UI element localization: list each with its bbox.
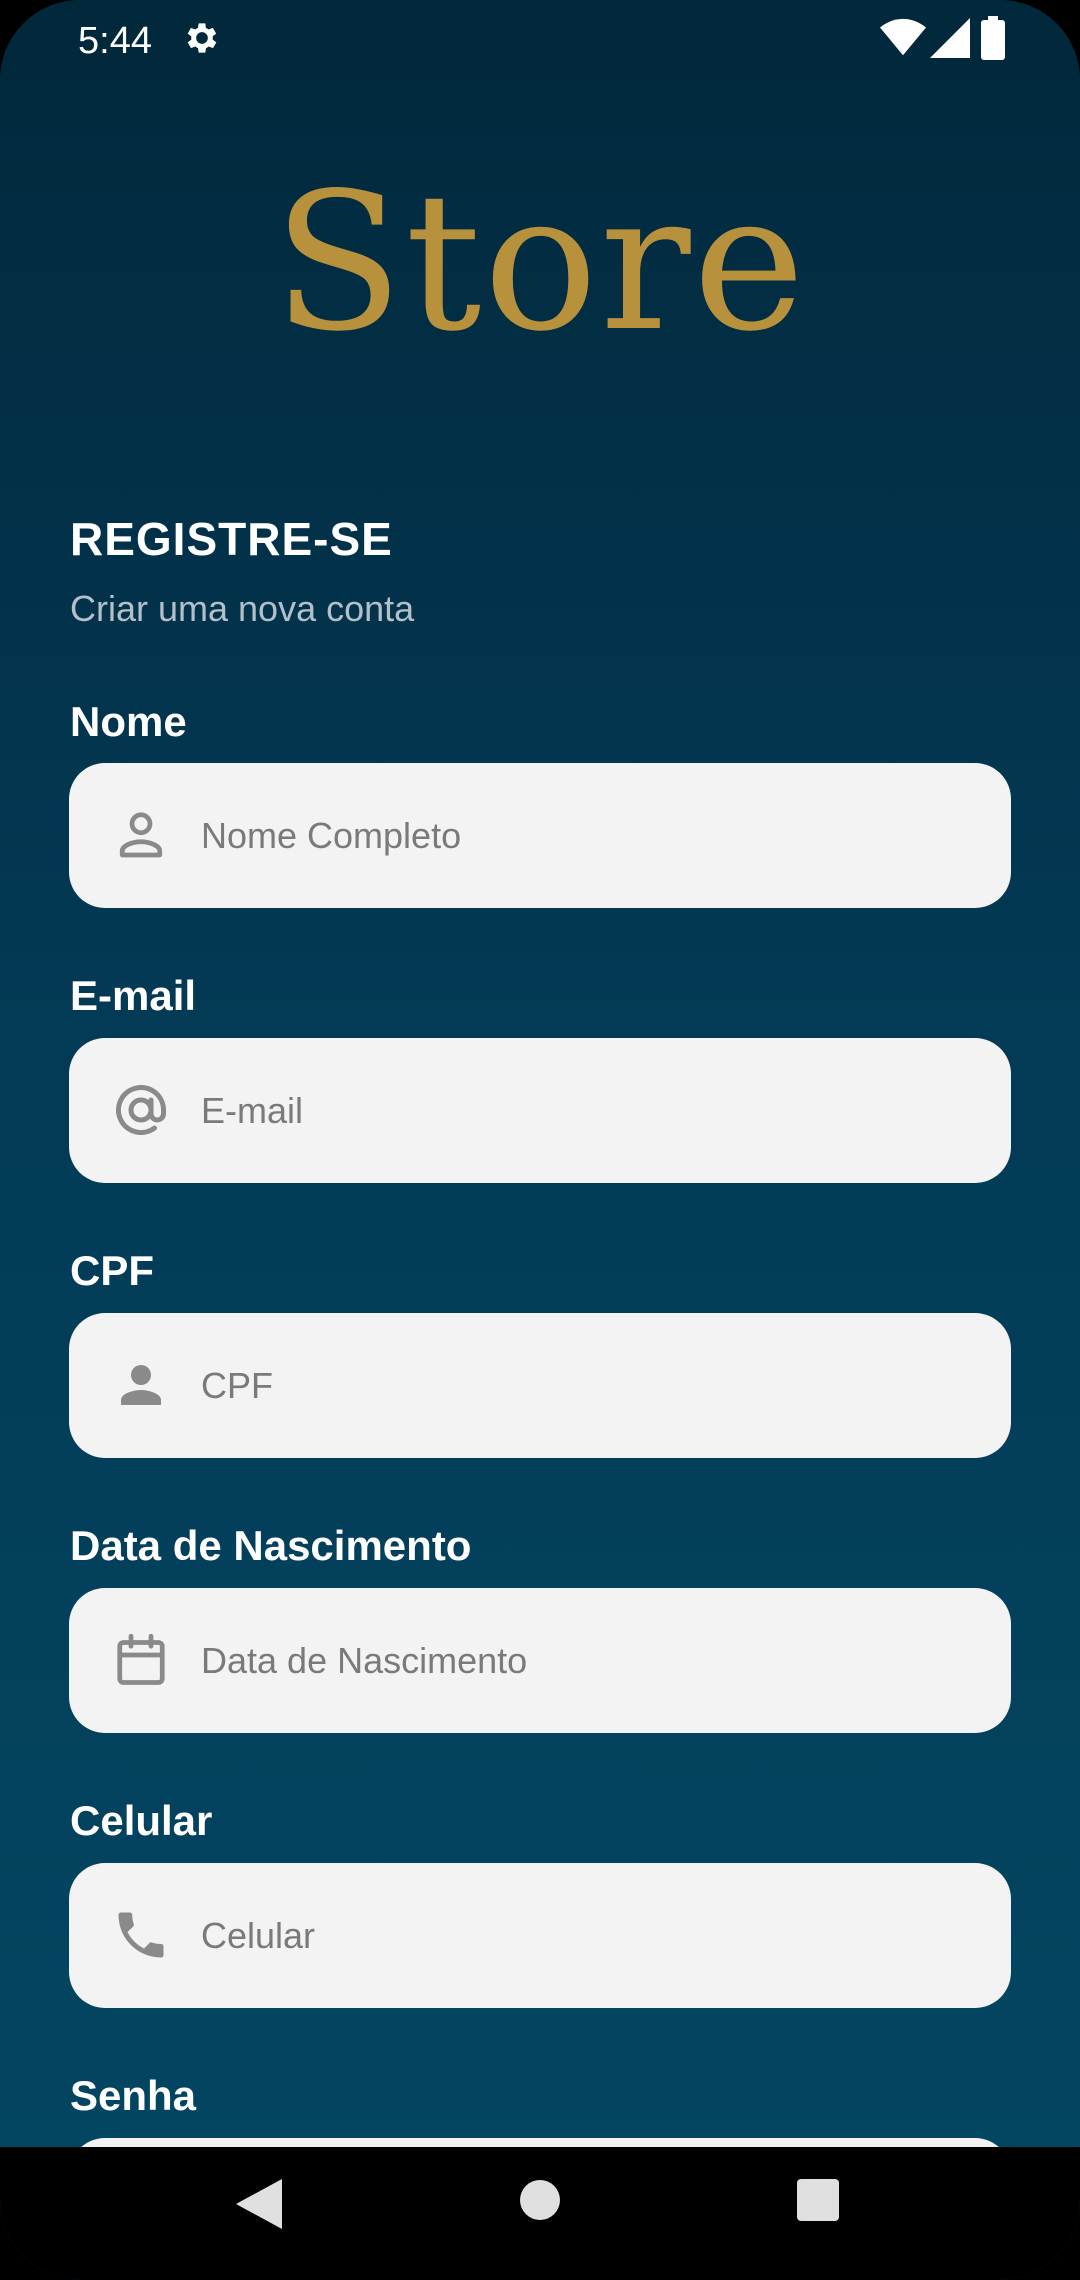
name-input[interactable] bbox=[201, 763, 981, 908]
phone-label: Celular bbox=[70, 1797, 213, 1844]
password-label: Senha bbox=[70, 2072, 197, 2119]
settings-gear-icon bbox=[187, 23, 217, 53]
birthdate-label: Data de Nascimento bbox=[70, 1522, 472, 1569]
name-field-container[interactable] bbox=[69, 763, 1011, 908]
email-label: E-mail bbox=[70, 972, 197, 1019]
wifi-icon bbox=[880, 18, 926, 56]
person-filled-icon bbox=[121, 1365, 161, 1405]
page-title: REGISTRE-SE bbox=[70, 513, 393, 565]
phone-field-container[interactable] bbox=[69, 1863, 1011, 2008]
cpf-input[interactable] bbox=[201, 1313, 981, 1458]
screen: 5:44 Store REGISTRE-SE Criar uma nova co… bbox=[0, 0, 1080, 2280]
back-icon[interactable] bbox=[236, 2179, 282, 2229]
recents-icon[interactable] bbox=[797, 2179, 839, 2221]
status-time: 5:44 bbox=[78, 20, 152, 62]
email-field-container[interactable] bbox=[69, 1038, 1011, 1183]
cpf-label: CPF bbox=[70, 1247, 154, 1294]
person-outline-icon bbox=[119, 812, 163, 858]
name-label: Nome bbox=[70, 698, 187, 745]
battery-icon bbox=[981, 16, 1005, 60]
cell-signal-icon bbox=[930, 18, 970, 58]
at-sign-icon bbox=[116, 1085, 166, 1135]
email-input[interactable] bbox=[201, 1038, 981, 1183]
store-logo: Store bbox=[272, 152, 808, 373]
navigation-bar bbox=[0, 2147, 1080, 2280]
birthdate-field-container[interactable] bbox=[69, 1588, 1011, 1733]
page-subtitle: Criar uma nova conta bbox=[70, 588, 415, 629]
phone-icon bbox=[118, 1912, 164, 1958]
birthdate-input[interactable] bbox=[201, 1588, 981, 1733]
home-icon[interactable] bbox=[519, 2179, 561, 2221]
calendar-icon bbox=[117, 1633, 165, 1685]
status-bar: 5:44 bbox=[0, 0, 1080, 82]
phone-input[interactable] bbox=[201, 1863, 981, 2008]
cpf-field-container[interactable] bbox=[69, 1313, 1011, 1458]
